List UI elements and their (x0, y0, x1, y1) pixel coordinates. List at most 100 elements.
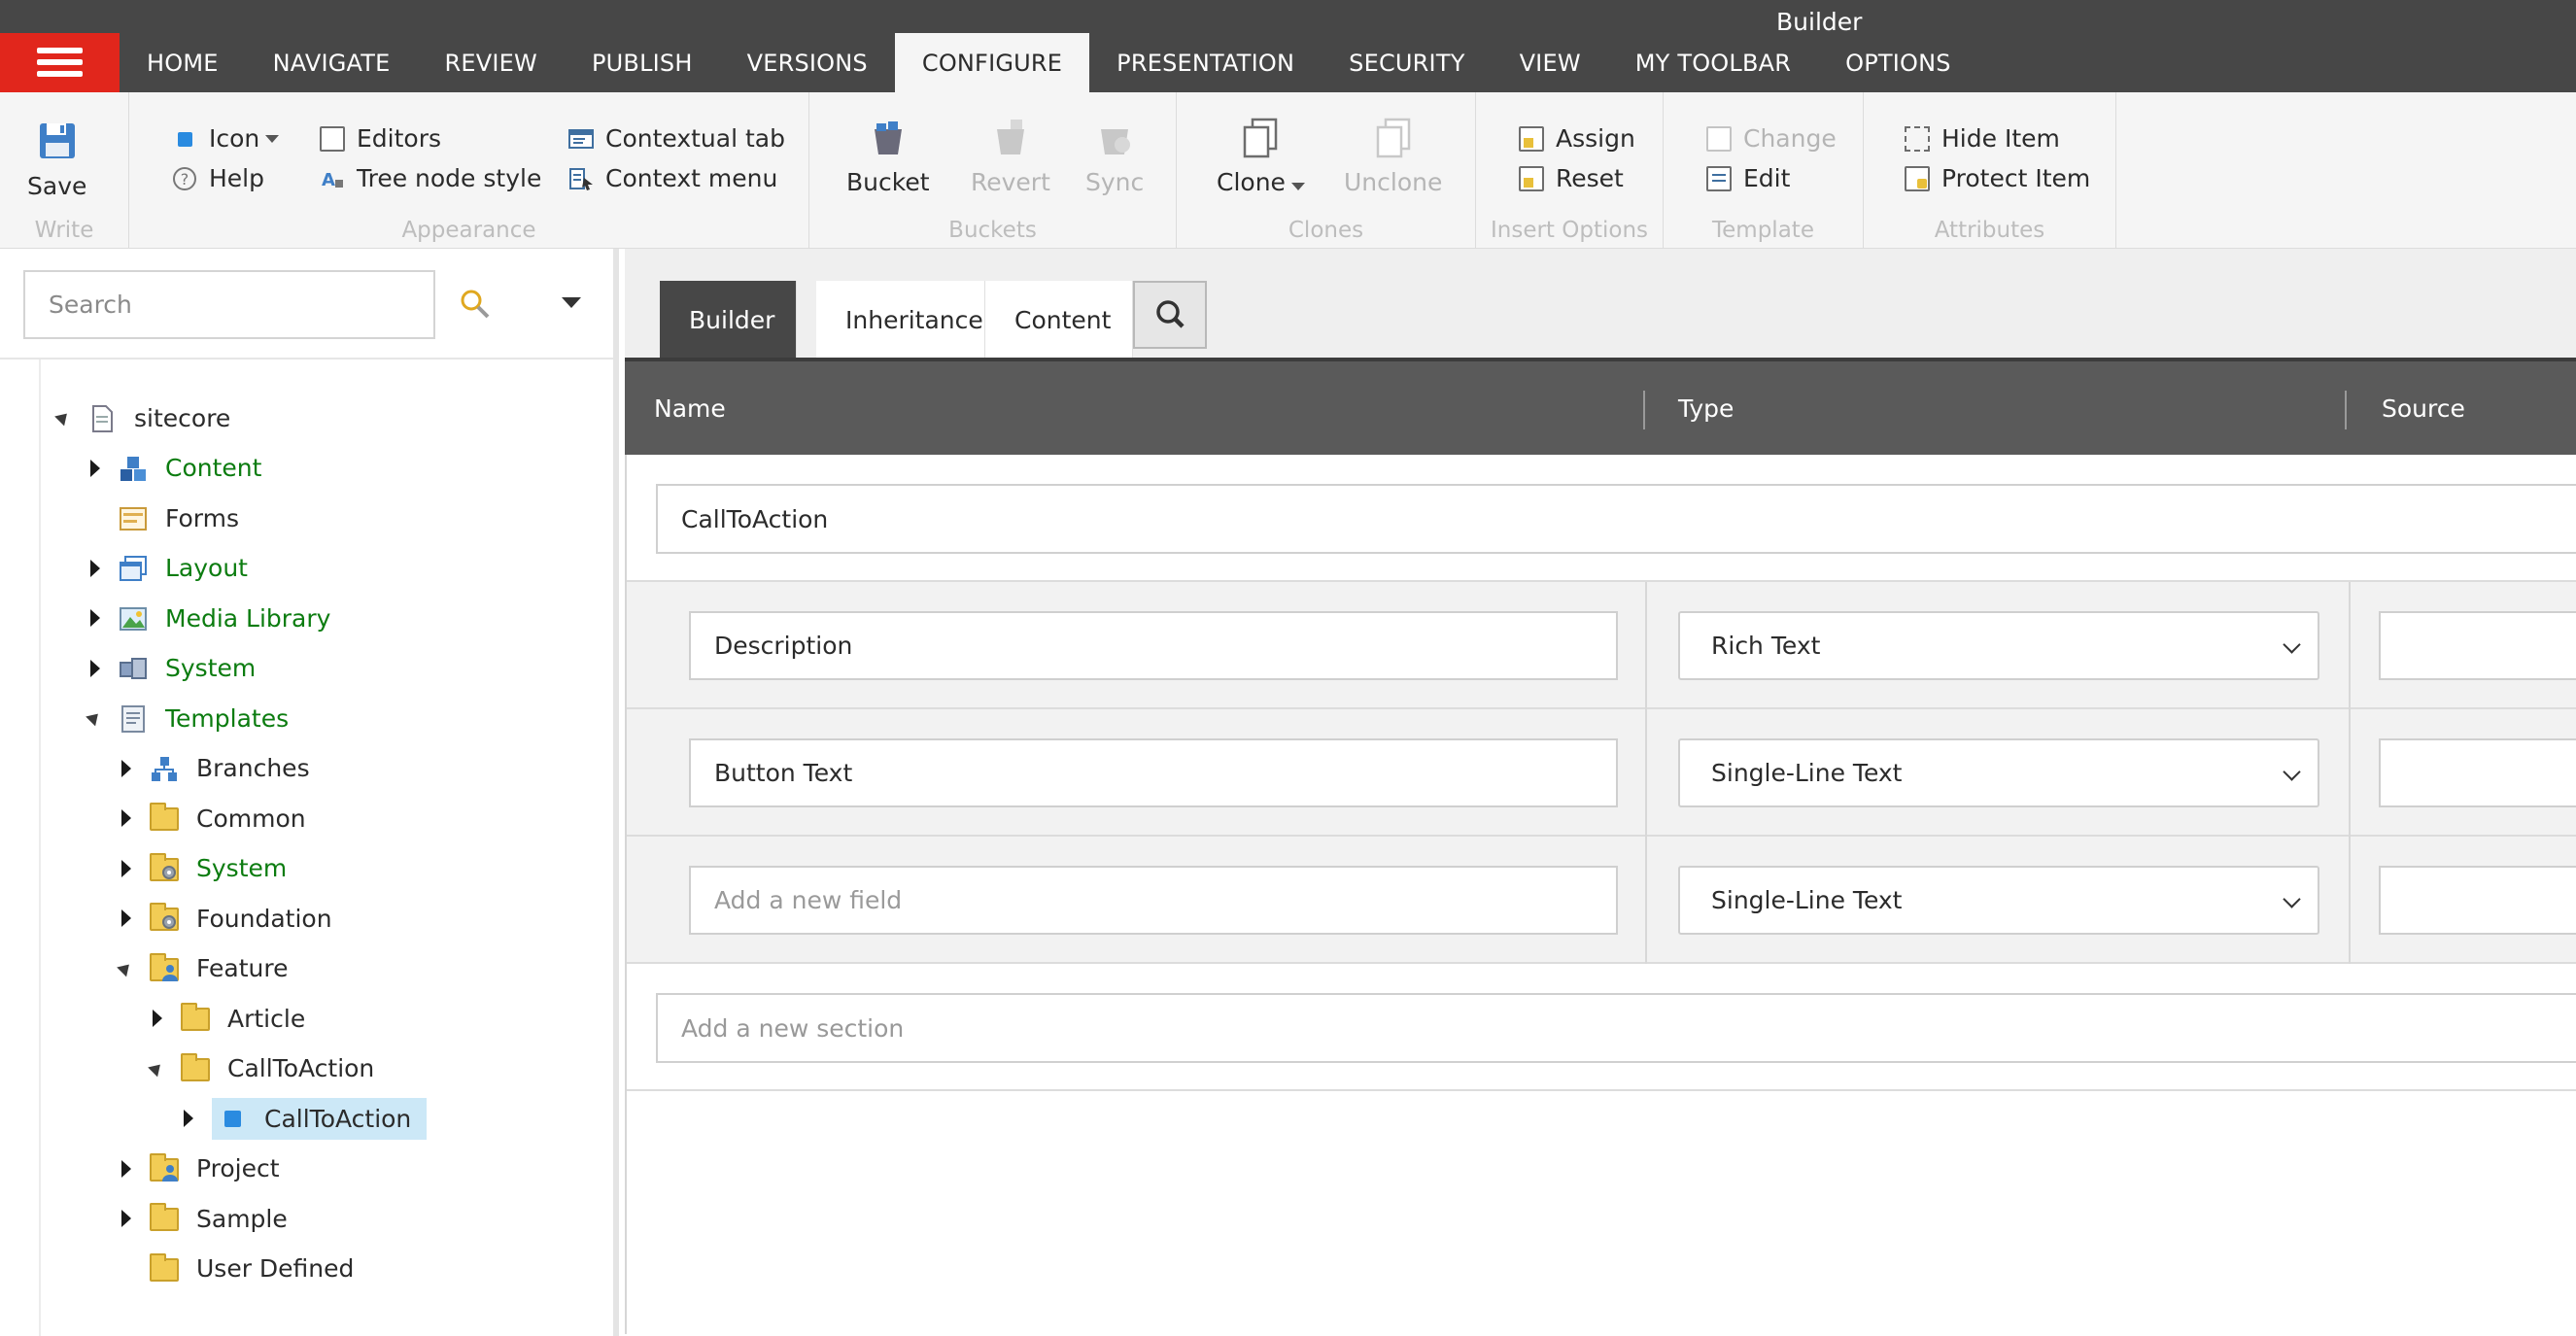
section-name-input[interactable]: CallToAction (656, 484, 2576, 554)
contextual-tab-button[interactable]: Contextual tab (568, 124, 785, 153)
search-options-dropdown-icon[interactable] (562, 297, 581, 308)
expand-arrow-icon[interactable] (179, 1109, 198, 1128)
tree-node-sample[interactable]: Sample (117, 1197, 293, 1240)
edit-button[interactable]: Edit (1706, 164, 1790, 192)
menu-tab-publish[interactable]: PUBLISH (565, 33, 720, 92)
tree-node-label: Article (227, 1004, 306, 1033)
tree-node-common[interactable]: Common (117, 797, 312, 839)
editors-button[interactable]: Editors (320, 124, 441, 153)
field-type-value: Rich Text (1711, 632, 1821, 660)
field-row: Button Text Single-Line Text (627, 709, 2576, 837)
tree-node-layout[interactable]: Layout (86, 547, 254, 590)
expand-arrow-icon[interactable] (117, 759, 136, 778)
expand-arrow-icon[interactable] (86, 659, 105, 678)
tree-node-templates[interactable]: Templates (86, 697, 294, 739)
menu-tab-configure[interactable]: CONFIGURE (894, 33, 1090, 92)
expand-arrow-icon[interactable] (117, 1159, 136, 1179)
collapse-arrow-icon[interactable] (86, 708, 105, 728)
menu-tab-view[interactable]: VIEW (1493, 33, 1608, 92)
tree-node-foundation[interactable]: Foundation (117, 897, 338, 940)
expand-arrow-icon[interactable] (148, 1009, 167, 1028)
unclone-button[interactable]: Unclone (1344, 116, 1442, 196)
expand-arrow-icon[interactable] (86, 608, 105, 628)
menu-tab-review[interactable]: REVIEW (418, 33, 565, 92)
editor-tab-inheritance[interactable]: Inheritance (816, 281, 985, 359)
edit-icon (1706, 165, 1732, 191)
search-icon[interactable] (459, 288, 492, 321)
menu-tab-home[interactable]: HOME (120, 33, 246, 92)
new-section-input[interactable]: Add a new section (656, 993, 2576, 1063)
bucket-button[interactable]: Bucket (846, 116, 930, 196)
field-name-input[interactable]: Button Text (689, 738, 1618, 807)
menu-tab-security[interactable]: SECURITY (1322, 33, 1492, 92)
menu-tabs: HOME NAVIGATE REVIEW PUBLISH VERSIONS CONFIGU… (120, 33, 1978, 92)
editor-tab-content[interactable]: Content (985, 281, 1133, 359)
sync-button[interactable]: Sync (1085, 116, 1144, 196)
field-type-select[interactable]: Single-Line Text (1678, 738, 2319, 807)
tree-node-article[interactable]: Article (148, 997, 311, 1040)
ribbon-group-template: Change Edit Template (1664, 92, 1864, 249)
tree-node-style-button[interactable]: A Tree node style (320, 164, 541, 192)
tree-node-calltoaction[interactable]: CallToAction (148, 1047, 380, 1090)
collapse-arrow-icon[interactable] (54, 408, 74, 428)
divider (0, 358, 613, 360)
field-source-input[interactable] (2379, 866, 2576, 935)
tree-node-system[interactable]: System (86, 647, 261, 690)
collapse-arrow-icon[interactable] (117, 959, 136, 978)
editor-search-button[interactable] (1133, 281, 1207, 349)
ribbon-group-label: Insert Options (1490, 218, 1649, 243)
menu-tab-options[interactable]: OPTIONS (1818, 33, 1978, 92)
field-source-input[interactable] (2379, 738, 2576, 807)
layout-icon (119, 555, 148, 582)
folder-icon (181, 1003, 210, 1032)
menu-tab-presentation[interactable]: PRESENTATION (1089, 33, 1322, 92)
expand-arrow-icon[interactable] (117, 1209, 136, 1228)
forms-icon (119, 504, 148, 531)
tree-node-feature[interactable]: Feature (117, 947, 293, 990)
context-menu-button[interactable]: Context menu (568, 164, 777, 192)
save-button[interactable]: Save (27, 120, 86, 200)
tree-node-forms[interactable]: Forms (86, 497, 245, 539)
menu-tab-my-toolbar[interactable]: MY TOOLBAR (1608, 33, 1818, 92)
tree-node-system[interactable]: System (117, 847, 292, 890)
protect-item-button[interactable]: Protect Item (1905, 164, 2090, 192)
expand-arrow-icon[interactable] (117, 859, 136, 878)
expand-arrow-icon[interactable] (117, 808, 136, 828)
tree-node-media-library[interactable]: Media Library (86, 597, 336, 639)
tree-node-calltoaction[interactable]: CallToAction (179, 1097, 428, 1140)
tree-node-branches[interactable]: Branches (117, 747, 316, 790)
expand-arrow-icon[interactable] (86, 559, 105, 578)
divider (2345, 391, 2347, 429)
expand-arrow-icon[interactable] (86, 459, 105, 478)
field-type-select[interactable]: Single-Line Text (1678, 866, 2319, 935)
hide-item-button[interactable]: Hide Item (1905, 124, 2060, 153)
clone-button[interactable]: Clone (1217, 116, 1305, 196)
change-button[interactable]: Change (1706, 124, 1837, 153)
tree-node-user-defined[interactable]: User Defined (117, 1248, 360, 1290)
divider (1643, 391, 1645, 429)
icon-button[interactable]: Icon (172, 124, 280, 153)
tree-node-project[interactable]: Project (117, 1148, 286, 1190)
editor-tab-builder[interactable]: Builder (660, 281, 797, 359)
new-field-name-input[interactable]: Add a new field (689, 866, 1618, 935)
field-type-select[interactable]: Rich Text (1678, 611, 2319, 680)
search-input[interactable]: Search (23, 270, 435, 339)
assign-button[interactable]: Assign (1519, 124, 1635, 153)
reset-button[interactable]: Reset (1519, 164, 1624, 192)
folder-icon (181, 1052, 210, 1082)
help-button[interactable]: ? Help (172, 164, 264, 192)
tree-node-content[interactable]: Content (86, 447, 267, 490)
field-source-input[interactable] (2379, 611, 2576, 680)
field-name-input[interactable]: Description (689, 611, 1618, 680)
menu-tab-versions[interactable]: VERSIONS (720, 33, 895, 92)
menu-tab-navigate[interactable]: NAVIGATE (246, 33, 418, 92)
svg-text:A: A (322, 170, 335, 190)
revert-button[interactable]: Revert (971, 116, 1050, 196)
hamburger-menu-icon[interactable] (0, 33, 120, 92)
tree-node-sitecore[interactable]: sitecore (54, 396, 236, 439)
context-menu-icon (568, 166, 594, 191)
column-header-type: Type (1678, 394, 1735, 423)
collapse-arrow-icon[interactable] (148, 1059, 167, 1079)
expand-arrow-icon[interactable] (117, 908, 136, 928)
ribbon-group-label: Template (1712, 218, 1814, 243)
